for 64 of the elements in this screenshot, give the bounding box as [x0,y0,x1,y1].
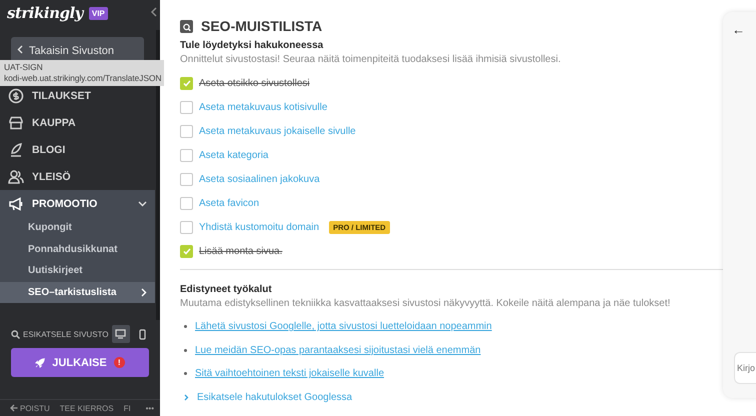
nav-item[interactable]: BLOGI [0,136,160,163]
task-link[interactable]: Yhdistä kustomoitu domain [199,222,320,232]
task-link[interactable]: Aseta sosiaalinen jakokuva [199,174,320,184]
desktop-icon[interactable] [112,325,130,343]
publish-button[interactable]: JULKAISE ! [11,348,149,377]
logo-text: strikingly [7,4,83,22]
arrow-left-icon [10,404,18,412]
page-title: SEO-MUISTILISTA [201,18,322,34]
back-button[interactable]: ← [732,23,745,37]
chevron-right-icon [141,288,147,297]
checkbox[interactable] [180,76,193,90]
checkbox[interactable] [180,196,193,210]
chevron-left-icon[interactable] [150,6,158,20]
task-link[interactable]: Aseta kategoria [199,150,268,160]
submenu-item[interactable]: Kupongit [0,217,155,238]
section-heading: Tule löydetyksi hakukoneessa [180,40,324,51]
help-link[interactable]: Lähetä sivustosi Googlelle, jotta sivustosi luetteloidaan nopeammin [195,321,492,332]
nav-item[interactable]: PROMOOTIO [0,190,155,217]
checkbox[interactable] [180,220,193,234]
search-icon [180,20,193,32]
people-icon [8,168,24,184]
submenu-item[interactable]: SEO–tarkistuslista [0,282,155,303]
task-label: Aseta otsikko sivustollesi [199,78,310,88]
checkbox[interactable] [180,172,193,186]
more-button[interactable]: ••• [146,404,154,412]
dollar-icon [8,88,24,104]
alert-badge: ! [114,357,125,368]
checkbox[interactable] [180,124,193,138]
tour-link[interactable]: TEE KIERROS [60,404,114,412]
expand-link[interactable]: Esikatsele hakutulokset Googlessa [197,392,352,403]
help-link[interactable]: Sitä vaihtoehtoinen teksti jokaiselle kuvalle [195,368,384,380]
task-link[interactable]: Aseta metakuvaus jokaiselle sivulle [199,126,356,136]
chevron-right-icon [184,394,189,401]
bullet-icon [184,348,187,352]
section-description: Onnittelut sivustostasi! Seuraa näitä toimenpiteitä tuodaksesi lisää ihmisiä sivustollesi. [180,54,562,65]
megaphone-icon [8,196,24,212]
message-input[interactable]: Kirjo [734,352,756,384]
bullet-icon [184,372,187,376]
checkmark-icon [182,80,190,86]
submenu-item[interactable]: Ponnahdusikkunat [0,238,155,260]
task-label: Lisää monta sivua. [199,246,282,256]
nav-item[interactable]: YLEISÖ [0,163,160,190]
exit-link[interactable]: POISTU [10,404,50,412]
checkbox[interactable] [180,244,193,258]
bullet-icon [184,325,187,328]
task-link[interactable]: Aseta favicon [199,198,260,208]
section-heading: Edistyneet työkalut [180,284,273,295]
task-link[interactable]: Aseta metakuvaus kotisivulle [199,102,328,112]
section-description: Muutama edistyksellinen tekniikka kasvattaaksesi sivustosi näkyvyyttä. Kokeile näitä alempana ja näe tulokset! [180,298,672,309]
help-link[interactable]: Lue meidän SEO-opas parantaaksesi sijoitustasi vielä enemmän [195,344,481,356]
checkmark-icon [182,248,190,254]
pen-icon [8,142,24,158]
search-icon [11,330,20,338]
submenu-item[interactable]: Uutiskirjeet [0,260,155,282]
checkbox[interactable] [180,100,193,114]
nav-item[interactable]: TILAUKSET [0,82,160,109]
store-icon [8,114,24,130]
chevron-left-icon [17,45,23,54]
nav-item[interactable]: KAUPPA [0,109,160,136]
vip-badge: VIP [88,6,108,20]
rocket-icon [35,358,46,368]
language-link[interactable]: FI [124,404,131,412]
checkbox[interactable] [180,148,193,162]
preview-link[interactable]: ESIKATSELE SIVUSTO [23,330,109,338]
